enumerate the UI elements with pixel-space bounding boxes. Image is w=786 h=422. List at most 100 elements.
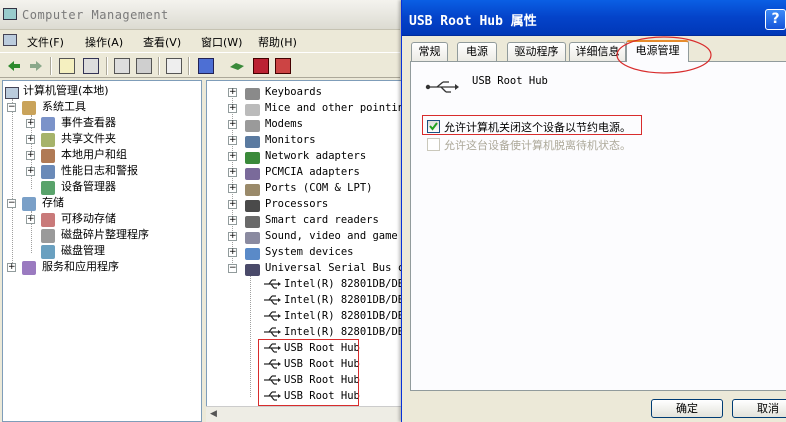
device-category-label: Ports (COM & LPT) — [265, 182, 373, 194]
expand-icon[interactable]: + — [228, 136, 237, 145]
print-icon[interactable] — [136, 58, 152, 74]
tree-label: 共享文件夹 — [61, 132, 116, 145]
dialog-title-bar: USB Root Hub 属性 ? — [402, 0, 786, 36]
expand-icon[interactable]: + — [26, 215, 35, 224]
expand-icon[interactable]: + — [26, 119, 35, 128]
tree-node-icon — [41, 181, 55, 195]
cancel-button[interactable]: 取消 — [732, 399, 786, 418]
usb-device[interactable]: USB Root Hub — [207, 372, 360, 388]
expand-icon[interactable]: + — [26, 167, 35, 176]
update-driver-icon[interactable] — [229, 58, 245, 74]
device-category[interactable]: + Ports (COM & LPT) — [207, 180, 372, 196]
expand-icon[interactable]: + — [228, 120, 237, 129]
back-arrow-icon[interactable] — [6, 58, 22, 74]
tree-item[interactable]: + 可移动存储 — [3, 211, 116, 227]
disable-icon[interactable] — [275, 58, 291, 74]
device-category[interactable]: + Modems — [207, 116, 303, 132]
usb-device[interactable]: Intel(R) 82801DB/DBM — [207, 276, 405, 292]
device-category[interactable]: − Universal Serial Bus co — [207, 260, 405, 276]
tab-driver[interactable]: 驱动程序 — [507, 42, 566, 61]
tree-root[interactable]: 计算机管理(本地) — [5, 83, 109, 99]
expand-icon[interactable]: + — [228, 216, 237, 225]
expand-icon[interactable]: + — [228, 184, 237, 193]
usb-device[interactable]: Intel(R) 82801DB/DBM — [207, 308, 405, 324]
tree-node-icon — [22, 101, 36, 115]
device-category[interactable]: + System devices — [207, 244, 354, 260]
tree-item[interactable]: 磁盘管理 — [3, 243, 105, 259]
device-category-icon — [245, 200, 260, 212]
help-button[interactable]: ? — [765, 9, 786, 30]
menu-window[interactable]: 窗口(W) — [201, 34, 242, 50]
expand-icon[interactable]: + — [228, 232, 237, 241]
device-category-label: Processors — [265, 198, 329, 210]
properties-icon[interactable] — [114, 58, 130, 74]
menu-action[interactable]: 操作(A) — [85, 34, 123, 50]
collapse-icon[interactable]: − — [228, 264, 237, 273]
tree-item[interactable]: − 存储 — [3, 195, 64, 211]
power-management-page: USB Root Hub 允许计算机关闭这个设备以节约电源。 允许这台设备使计算… — [410, 61, 786, 391]
show-hide-tree-icon[interactable] — [83, 58, 99, 74]
usb-device[interactable]: Intel(R) 82801DB/DBM — [207, 292, 405, 308]
device-category[interactable]: + Processors — [207, 196, 328, 212]
expand-icon[interactable]: + — [7, 263, 16, 272]
expand-icon[interactable]: + — [228, 88, 237, 97]
ok-button[interactable]: 确定 — [651, 399, 723, 418]
device-category[interactable]: + Mice and other pointing — [207, 100, 405, 116]
device-category[interactable]: + Smart card readers — [207, 212, 379, 228]
console-tree-pane[interactable]: 计算机管理(本地) − 系统工具 + 事件查看器 + 共享文件夹 + 本地用户和组 + 性能日志和… — [2, 80, 202, 422]
tree-label: 系统工具 — [42, 100, 86, 113]
device-category-icon — [245, 152, 260, 164]
help-icon[interactable] — [166, 58, 182, 74]
usb-device[interactable]: Intel(R) 82801DB/DBM — [207, 324, 405, 340]
tree-item[interactable]: + 服务和应用程序 — [3, 259, 119, 275]
scan-hardware-icon[interactable] — [198, 58, 214, 74]
device-category-label: Modems — [265, 118, 303, 130]
expand-icon[interactable]: + — [228, 248, 237, 257]
expand-icon[interactable]: + — [26, 151, 35, 160]
expand-icon[interactable]: + — [26, 135, 35, 144]
tree-label: 本地用户和组 — [61, 148, 127, 161]
forward-arrow-icon[interactable] — [28, 58, 44, 74]
tree-node-icon — [41, 245, 55, 259]
tree-item[interactable]: 磁盘碎片整理程序 — [3, 227, 149, 243]
collapse-icon[interactable]: − — [7, 199, 16, 208]
device-category[interactable]: + Monitors — [207, 132, 316, 148]
expand-icon[interactable]: + — [228, 104, 237, 113]
scroll-left-arrow-icon[interactable]: ◀ — [208, 409, 219, 420]
dialog-title: USB Root Hub 属性 — [409, 14, 537, 29]
expand-icon[interactable]: + — [228, 168, 237, 177]
tree-node-icon — [41, 213, 55, 227]
expand-icon[interactable]: + — [228, 152, 237, 161]
tree-item[interactable]: + 性能日志和警报 — [3, 163, 138, 179]
usb-device[interactable]: USB Root Hub — [207, 356, 360, 372]
tree-label: 服务和应用程序 — [42, 260, 119, 273]
device-category-label: System devices — [265, 246, 354, 258]
usb-device[interactable]: USB Root Hub — [207, 340, 360, 356]
toolbar-separator — [106, 57, 108, 75]
tab-general[interactable]: 常规 — [411, 42, 448, 61]
tree-item[interactable]: 设备管理器 — [3, 179, 116, 195]
system-menu-icon[interactable] — [3, 34, 17, 46]
collapse-icon[interactable]: − — [7, 103, 16, 112]
usb-device[interactable]: USB Root Hub — [207, 388, 360, 404]
horizontal-scrollbar[interactable]: ◀ — [206, 406, 406, 422]
uninstall-icon[interactable] — [253, 58, 269, 74]
expand-icon[interactable]: + — [228, 200, 237, 209]
usb-device-label: Intel(R) 82801DB/DBM — [284, 278, 406, 290]
highlight-box — [258, 339, 359, 406]
up-folder-icon[interactable] — [59, 58, 75, 74]
tree-item[interactable]: + 共享文件夹 — [3, 131, 116, 147]
menu-view[interactable]: 查看(V) — [143, 34, 181, 50]
tree-item[interactable]: − 系统工具 — [3, 99, 86, 115]
device-category[interactable]: + Network adapters — [207, 148, 366, 164]
device-category[interactable]: + Sound, video and game c — [207, 228, 405, 244]
toolbar-separator — [158, 57, 160, 75]
tab-power[interactable]: 电源 — [457, 42, 497, 61]
device-category[interactable]: + Keyboards — [207, 84, 322, 100]
menu-help[interactable]: 帮助(H) — [258, 34, 297, 50]
tree-item[interactable]: + 事件查看器 — [3, 115, 116, 131]
tree-item[interactable]: + 本地用户和组 — [3, 147, 127, 163]
tree-label: 设备管理器 — [61, 180, 116, 193]
device-category[interactable]: + PCMCIA adapters — [207, 164, 360, 180]
menu-file[interactable]: 文件(F) — [27, 34, 64, 50]
